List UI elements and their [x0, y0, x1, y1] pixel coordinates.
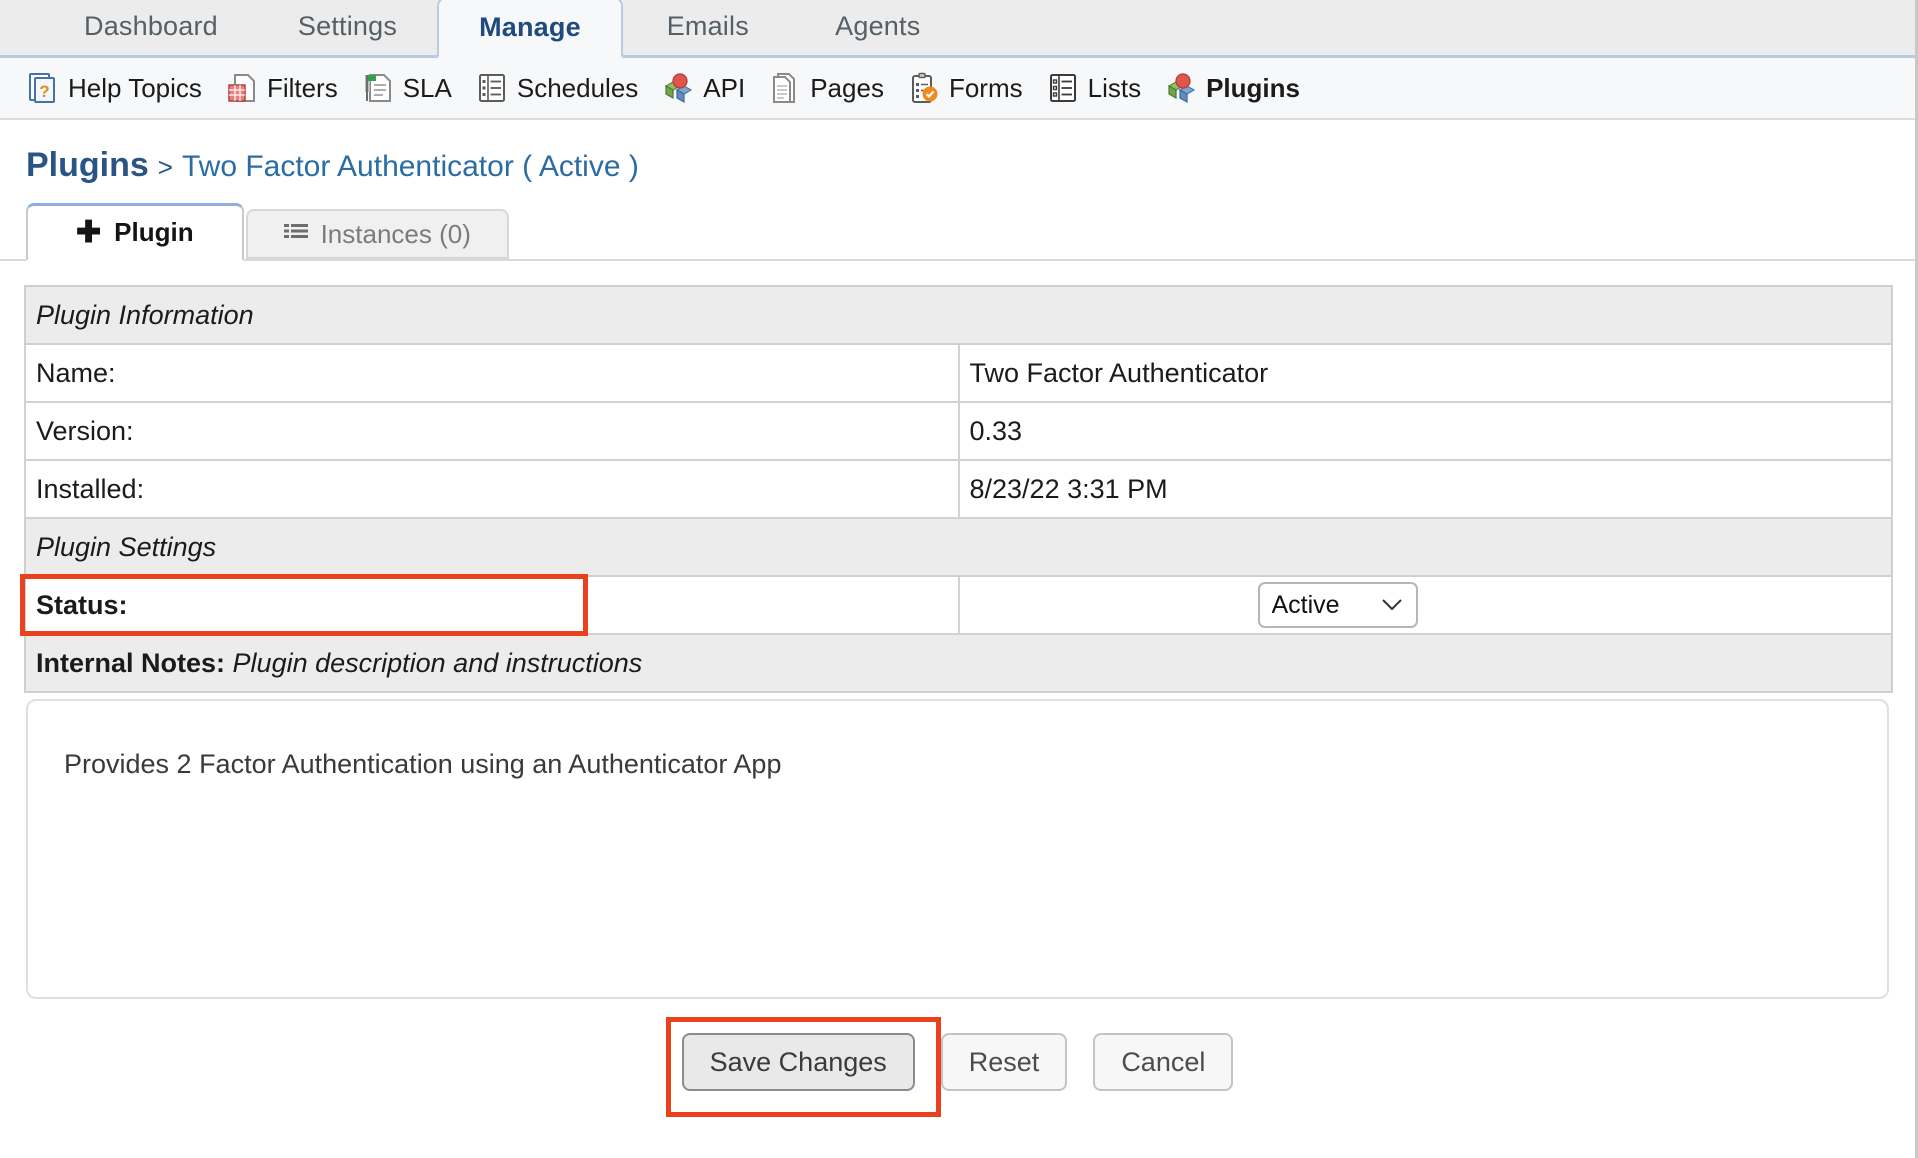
plugin-info-table: Plugin Information Name: Two Factor Auth…	[24, 285, 1893, 693]
section-header-internal-notes: Internal Notes: Plugin description and i…	[24, 633, 1893, 693]
subnav-item-forms[interactable]: Forms	[905, 72, 1044, 104]
lists-icon	[1048, 72, 1078, 104]
tab-plugin-label: Plugin	[114, 217, 194, 247]
breadcrumb-current: Two Factor Authenticator ( Active )	[181, 150, 639, 183]
subnav-label: Plugins	[1206, 72, 1300, 103]
tab-dashboard[interactable]: Dashboard	[44, 0, 258, 55]
subnav-item-filters[interactable]: Filters	[223, 72, 359, 104]
tab-plugin[interactable]: ✚ Plugin	[26, 203, 244, 261]
internal-notes-heading: Internal Notes: Plugin description and i…	[24, 633, 1893, 693]
status-select-wrapper: Active Disabled	[1257, 582, 1418, 628]
plus-icon: ✚	[76, 215, 102, 249]
subnav-item-schedules[interactable]: Schedules	[473, 72, 659, 104]
subnav-label: Pages	[810, 72, 884, 103]
list-icon	[283, 219, 308, 250]
subnav-item-api[interactable]: API	[659, 72, 766, 104]
internal-notes-textarea[interactable]	[26, 699, 1889, 999]
tab-instances[interactable]: Instances (0)	[245, 209, 509, 259]
table-row: Name: Two Factor Authenticator	[24, 343, 1893, 403]
save-button-highlight: Save Changes	[665, 1017, 941, 1117]
plugin-detail-tabs: ✚ Plugin Instances (0)	[0, 203, 1915, 261]
status-cell: Active Disabled	[957, 575, 1893, 635]
subnav-label: Schedules	[516, 72, 639, 103]
subnav-item-lists[interactable]: Lists	[1044, 72, 1162, 104]
tab-agents[interactable]: Agents	[793, 0, 963, 55]
reset-button[interactable]: Reset	[940, 1033, 1068, 1091]
row-label-installed: Installed:	[24, 459, 960, 519]
subnav-item-help-topics[interactable]: ? Help Topics	[24, 72, 223, 104]
subnav-item-sla[interactable]: SLA	[359, 72, 473, 104]
subnav-label: API	[703, 72, 746, 103]
forms-icon	[909, 72, 939, 104]
row-value-version: 0.33	[957, 401, 1893, 461]
row-label-name: Name:	[24, 343, 960, 403]
help-topics-icon: ?	[28, 72, 58, 104]
breadcrumb-root-link[interactable]: Plugins	[26, 146, 149, 185]
cancel-button[interactable]: Cancel	[1093, 1033, 1234, 1091]
row-value-name: Two Factor Authenticator	[957, 343, 1893, 403]
secondary-nav: ? Help Topics Filters SLA Schedules API …	[0, 58, 1915, 120]
tab-instances-label: Instances (0)	[320, 218, 471, 249]
status-label: Status:	[24, 575, 960, 635]
save-button[interactable]: Save Changes	[681, 1033, 915, 1091]
schedules-icon	[477, 72, 507, 104]
api-icon	[663, 72, 693, 104]
primary-tab-bar: Dashboard Settings Manage Emails Agents	[0, 0, 1915, 58]
subnav-label: SLA	[402, 72, 452, 103]
pages-icon	[770, 72, 800, 104]
svg-text:?: ?	[39, 82, 49, 101]
app-window: Dashboard Settings Manage Emails Agents …	[0, 0, 1918, 1158]
plugin-form: Plugin Information Name: Two Factor Auth…	[0, 261, 1915, 693]
row-label-version: Version:	[24, 401, 960, 461]
subnav-label: Help Topics	[68, 72, 202, 103]
form-actions: Save Changes Reset Cancel	[0, 999, 1915, 1117]
status-select[interactable]: Active Disabled	[1257, 582, 1418, 628]
subnav-item-plugins[interactable]: Plugins	[1162, 72, 1321, 104]
section-header-plugin-settings: Plugin Settings	[24, 517, 1893, 577]
table-row-status: Status: Active Disabled	[24, 575, 1893, 635]
breadcrumb-separator: >	[157, 152, 173, 182]
subnav-item-pages[interactable]: Pages	[766, 72, 905, 104]
section-header-label: Plugin Information	[24, 285, 1893, 345]
section-header-plugin-information: Plugin Information	[24, 285, 1893, 345]
sla-icon	[363, 72, 393, 104]
subnav-label: Lists	[1087, 72, 1142, 103]
subnav-label: Filters	[266, 72, 338, 103]
section-header-label: Plugin Settings	[24, 517, 1893, 577]
internal-notes-wrapper	[0, 693, 1915, 999]
table-row: Version: 0.33	[24, 401, 1893, 461]
breadcrumb: Plugins > Two Factor Authenticator ( Act…	[0, 120, 1915, 207]
tab-settings[interactable]: Settings	[258, 0, 437, 55]
plugins-icon	[1166, 72, 1196, 104]
row-value-installed: 8/23/22 3:31 PM	[957, 459, 1893, 519]
tab-manage[interactable]: Manage	[437, 0, 623, 58]
table-row: Installed: 8/23/22 3:31 PM	[24, 459, 1893, 519]
filters-icon	[227, 72, 257, 104]
tab-emails[interactable]: Emails	[623, 0, 793, 55]
subnav-label: Forms	[948, 72, 1023, 103]
